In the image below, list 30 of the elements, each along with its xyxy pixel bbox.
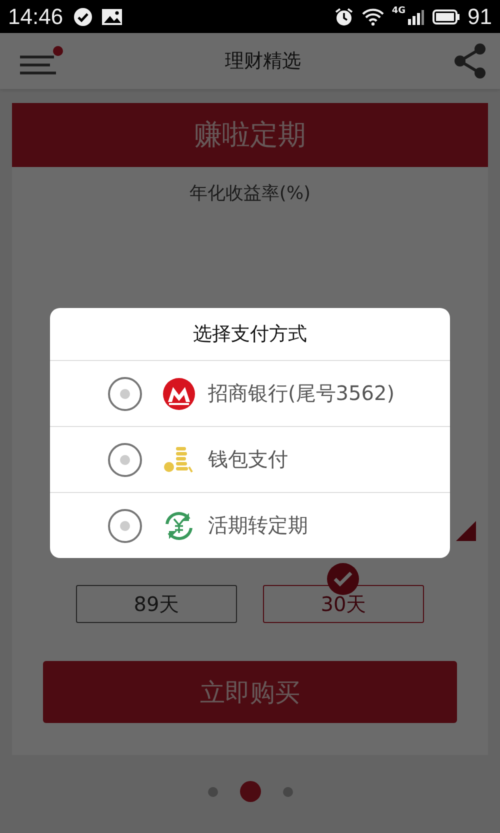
bank-logo-icon <box>162 376 196 410</box>
payment-option[interactable]: 招商银行(尾号3562) <box>50 361 450 427</box>
page-dot[interactable] <box>208 786 218 796</box>
radio-button[interactable] <box>108 508 142 542</box>
check-badge-icon <box>327 563 359 595</box>
payment-option[interactable]: 活期转定期 <box>50 493 450 558</box>
battery-level: 91 <box>468 4 492 30</box>
rate-label: 年化收益率(%) <box>188 182 312 205</box>
corner-triangle-icon <box>456 521 476 541</box>
image-icon <box>101 8 124 26</box>
page-title: 理财精选 <box>224 49 302 74</box>
status-time: 14:46 <box>8 4 64 30</box>
radio-button[interactable] <box>108 442 142 476</box>
battery-icon <box>432 8 460 24</box>
option-label: 招商银行(尾号3562) <box>208 380 395 407</box>
payment-option[interactable]: 钱包支付 <box>50 427 450 493</box>
signal-icon <box>408 8 424 24</box>
radio-button[interactable] <box>108 376 142 410</box>
alarm-icon <box>334 6 354 26</box>
menu-button[interactable] <box>18 45 64 77</box>
product-name: 赚啦定期 <box>194 117 306 153</box>
option-label: 钱包支付 <box>208 446 288 473</box>
network-type: 4G <box>392 6 406 16</box>
wifi-icon <box>362 8 384 26</box>
option-label: 活期转定期 <box>208 512 308 539</box>
dialog-title: 选择支付方式 <box>50 308 450 361</box>
check-icon <box>73 6 94 26</box>
share-icon[interactable] <box>452 42 488 80</box>
page-dot[interactable] <box>282 786 292 796</box>
page-dot[interactable] <box>240 781 260 802</box>
